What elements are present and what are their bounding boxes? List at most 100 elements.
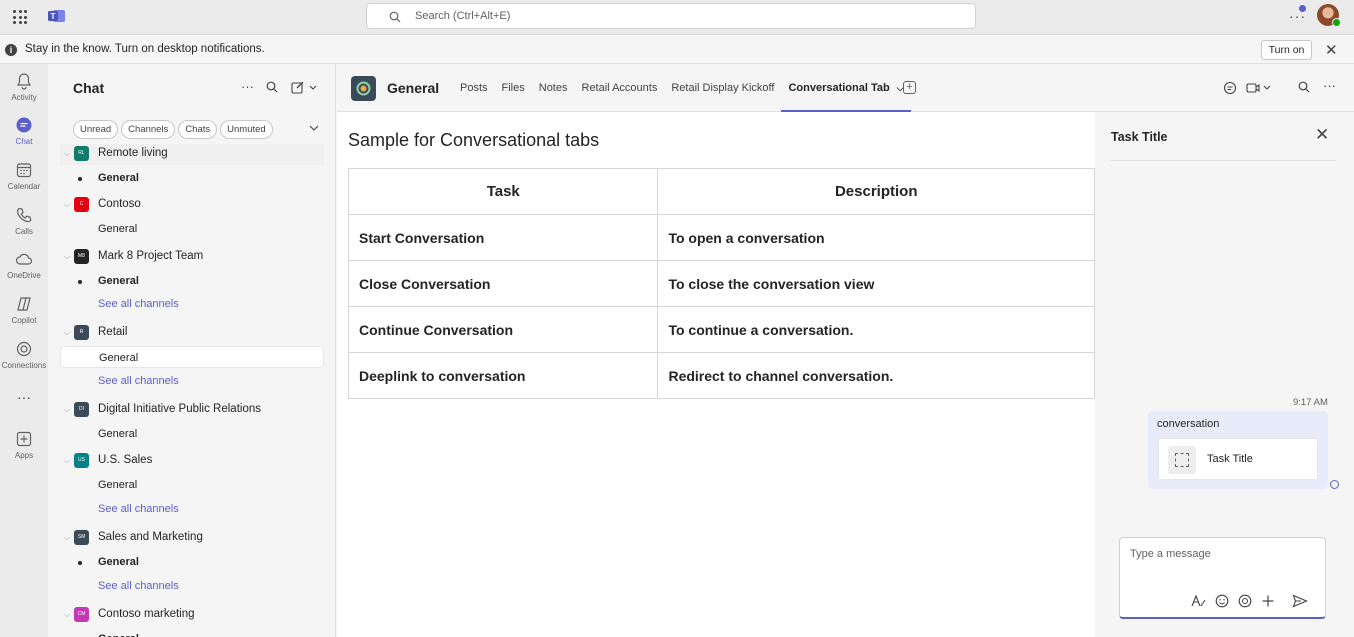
loop-icon[interactable] bbox=[1238, 594, 1252, 608]
team-row[interactable]: ⌵ US U.S. Sales bbox=[60, 450, 324, 472]
team-avatar: R bbox=[74, 325, 89, 340]
chat-icon bbox=[16, 117, 32, 133]
channel-row[interactable]: General bbox=[60, 167, 324, 189]
task-cell: Continue Conversation bbox=[347, 306, 659, 353]
message-bubble[interactable]: conversation Task Title bbox=[1148, 411, 1328, 489]
tab-posts[interactable]: Posts bbox=[453, 64, 495, 112]
team-row[interactable]: ⌵ SM Sales and Marketing bbox=[60, 527, 324, 549]
retail-logo-icon bbox=[356, 81, 371, 96]
team-row[interactable]: ⌵ R Retail bbox=[60, 322, 324, 344]
search-input[interactable]: Search (Ctrl+Alt+E) bbox=[366, 3, 976, 29]
tab-files[interactable]: Files bbox=[495, 64, 532, 112]
close-icon[interactable]: ✕ bbox=[1325, 41, 1338, 59]
message-composer[interactable]: Type a message bbox=[1119, 537, 1326, 619]
svg-text:T: T bbox=[51, 12, 56, 21]
rail-label: Calls bbox=[15, 227, 33, 236]
channel-row[interactable]: General bbox=[60, 474, 324, 496]
turn-on-button[interactable]: Turn on bbox=[1261, 40, 1312, 60]
chat-list-pane: Chat ··· Unread Channels Chats Unmuted ⌵… bbox=[48, 64, 336, 637]
chevron-down-icon[interactable]: ⌵ bbox=[64, 328, 70, 338]
search-icon[interactable] bbox=[266, 81, 278, 93]
task-card[interactable]: Task Title bbox=[1158, 438, 1318, 480]
chevron-down-icon[interactable] bbox=[309, 124, 319, 132]
channel-header: General Posts Files Notes Retail Account… bbox=[337, 64, 1354, 112]
rail-item-onedrive[interactable]: OneDrive bbox=[0, 250, 48, 280]
rail-item-connections[interactable]: Connections bbox=[0, 340, 48, 370]
app-rail: Activity Chat Calendar Calls OneDrive Co… bbox=[0, 64, 48, 637]
tab-retail-display-kickoff[interactable]: Retail Display Kickoff bbox=[664, 64, 781, 112]
team-name: Remote living bbox=[98, 147, 168, 159]
team-row[interactable]: ⌵ DI Digital Initiative Public Relations bbox=[60, 399, 324, 421]
rail-item-apps[interactable]: Apps bbox=[0, 430, 48, 460]
chevron-down-icon[interactable]: ⌵ bbox=[64, 456, 70, 466]
channel-row[interactable]: General bbox=[60, 551, 324, 573]
card-title: Task Title bbox=[1207, 453, 1253, 465]
more-options-icon[interactable]: ··· bbox=[1323, 78, 1336, 93]
description-cell: To open a conversation bbox=[657, 214, 1095, 261]
send-icon[interactable] bbox=[1292, 594, 1308, 608]
rail-item-calendar[interactable]: Calendar bbox=[0, 161, 48, 191]
tab-retail-accounts[interactable]: Retail Accounts bbox=[575, 64, 665, 112]
video-call-icon[interactable] bbox=[1246, 81, 1272, 95]
chevron-down-icon[interactable]: ⌵ bbox=[64, 405, 70, 415]
channel-row[interactable]: General bbox=[60, 218, 324, 240]
table-row: Deeplink to conversation Redirect to cha… bbox=[347, 352, 1095, 399]
channel-name: General bbox=[98, 633, 139, 637]
channel-row[interactable]: General bbox=[60, 423, 324, 445]
channel-name: General bbox=[98, 556, 139, 568]
emoji-icon[interactable] bbox=[1215, 594, 1229, 608]
rail-item-copilot[interactable]: Copilot bbox=[0, 295, 48, 325]
search-icon[interactable] bbox=[1298, 81, 1310, 93]
rail-item-activity[interactable]: Activity bbox=[0, 72, 48, 102]
task-cell: Start Conversation bbox=[347, 214, 659, 261]
channel-tabs: Posts Files Notes Retail Accounts Retail… bbox=[453, 64, 911, 112]
team-row[interactable]: ⌵ M8 Mark 8 Project Team bbox=[60, 246, 324, 268]
new-chat-icon[interactable] bbox=[291, 81, 319, 94]
see-all-channels-link[interactable]: See all channels bbox=[98, 580, 179, 592]
team-row[interactable]: ⌵ CM Contoso marketing bbox=[60, 604, 324, 626]
add-tab-icon[interactable]: + bbox=[903, 81, 916, 94]
filter-unmuted[interactable]: Unmuted bbox=[220, 120, 273, 139]
channel-row[interactable]: General bbox=[60, 628, 324, 637]
see-all-channels-link[interactable]: See all channels bbox=[98, 375, 179, 387]
plus-icon[interactable] bbox=[1261, 594, 1275, 608]
column-header-task: Task bbox=[347, 168, 659, 215]
conversation-icon[interactable] bbox=[1223, 81, 1237, 95]
filter-channels[interactable]: Channels bbox=[121, 120, 176, 139]
chevron-down-icon[interactable]: ⌵ bbox=[64, 149, 70, 159]
app-launcher-icon[interactable] bbox=[13, 10, 27, 24]
team-name: Sales and Marketing bbox=[98, 531, 203, 543]
channel-row-selected[interactable]: General bbox=[60, 346, 324, 368]
message-timestamp: 9:17 AM bbox=[1293, 397, 1328, 408]
apps-icon bbox=[16, 431, 32, 447]
content-title: Sample for Conversational tabs bbox=[348, 130, 600, 150]
bell-icon bbox=[16, 73, 32, 90]
tab-conversational[interactable]: Conversational Tab ⌵ bbox=[781, 64, 911, 112]
unread-dot bbox=[78, 561, 82, 565]
table-row: Continue Conversation To continue a conv… bbox=[347, 306, 1095, 353]
channel-row[interactable]: General bbox=[60, 270, 324, 292]
see-all-channels-link[interactable]: See all channels bbox=[98, 298, 179, 310]
tab-notes[interactable]: Notes bbox=[532, 64, 575, 112]
rail-item-chat[interactable]: Chat bbox=[0, 116, 48, 146]
chevron-down-icon[interactable]: ⌵ bbox=[64, 533, 70, 543]
task-table: Task Description Start Conversation To o… bbox=[347, 168, 1095, 399]
chevron-down-icon[interactable]: ⌵ bbox=[64, 200, 70, 210]
close-icon[interactable]: ✕ bbox=[1315, 125, 1329, 145]
rail-item-calls[interactable]: Calls bbox=[0, 206, 48, 236]
rail-label: OneDrive bbox=[7, 271, 41, 280]
team-name: Mark 8 Project Team bbox=[98, 250, 204, 262]
task-cell: Close Conversation bbox=[347, 260, 659, 307]
see-all-channels-link[interactable]: See all channels bbox=[98, 503, 179, 515]
rail-item-more[interactable]: ··· bbox=[0, 389, 48, 405]
filter-unread[interactable]: Unread bbox=[73, 120, 119, 139]
team-row[interactable]: ⌵ C Contoso bbox=[60, 194, 324, 216]
filter-chats[interactable]: Chats bbox=[178, 120, 218, 139]
team-avatar: DI bbox=[74, 402, 89, 417]
team-row[interactable]: ⌵ RL Remote living bbox=[60, 144, 324, 165]
notification-banner: i Stay in the know. Turn on desktop noti… bbox=[0, 34, 1354, 64]
chevron-down-icon[interactable]: ⌵ bbox=[64, 610, 70, 620]
more-options-icon[interactable]: ··· bbox=[241, 79, 254, 94]
format-icon[interactable] bbox=[1190, 594, 1206, 608]
chevron-down-icon[interactable]: ⌵ bbox=[64, 252, 70, 262]
